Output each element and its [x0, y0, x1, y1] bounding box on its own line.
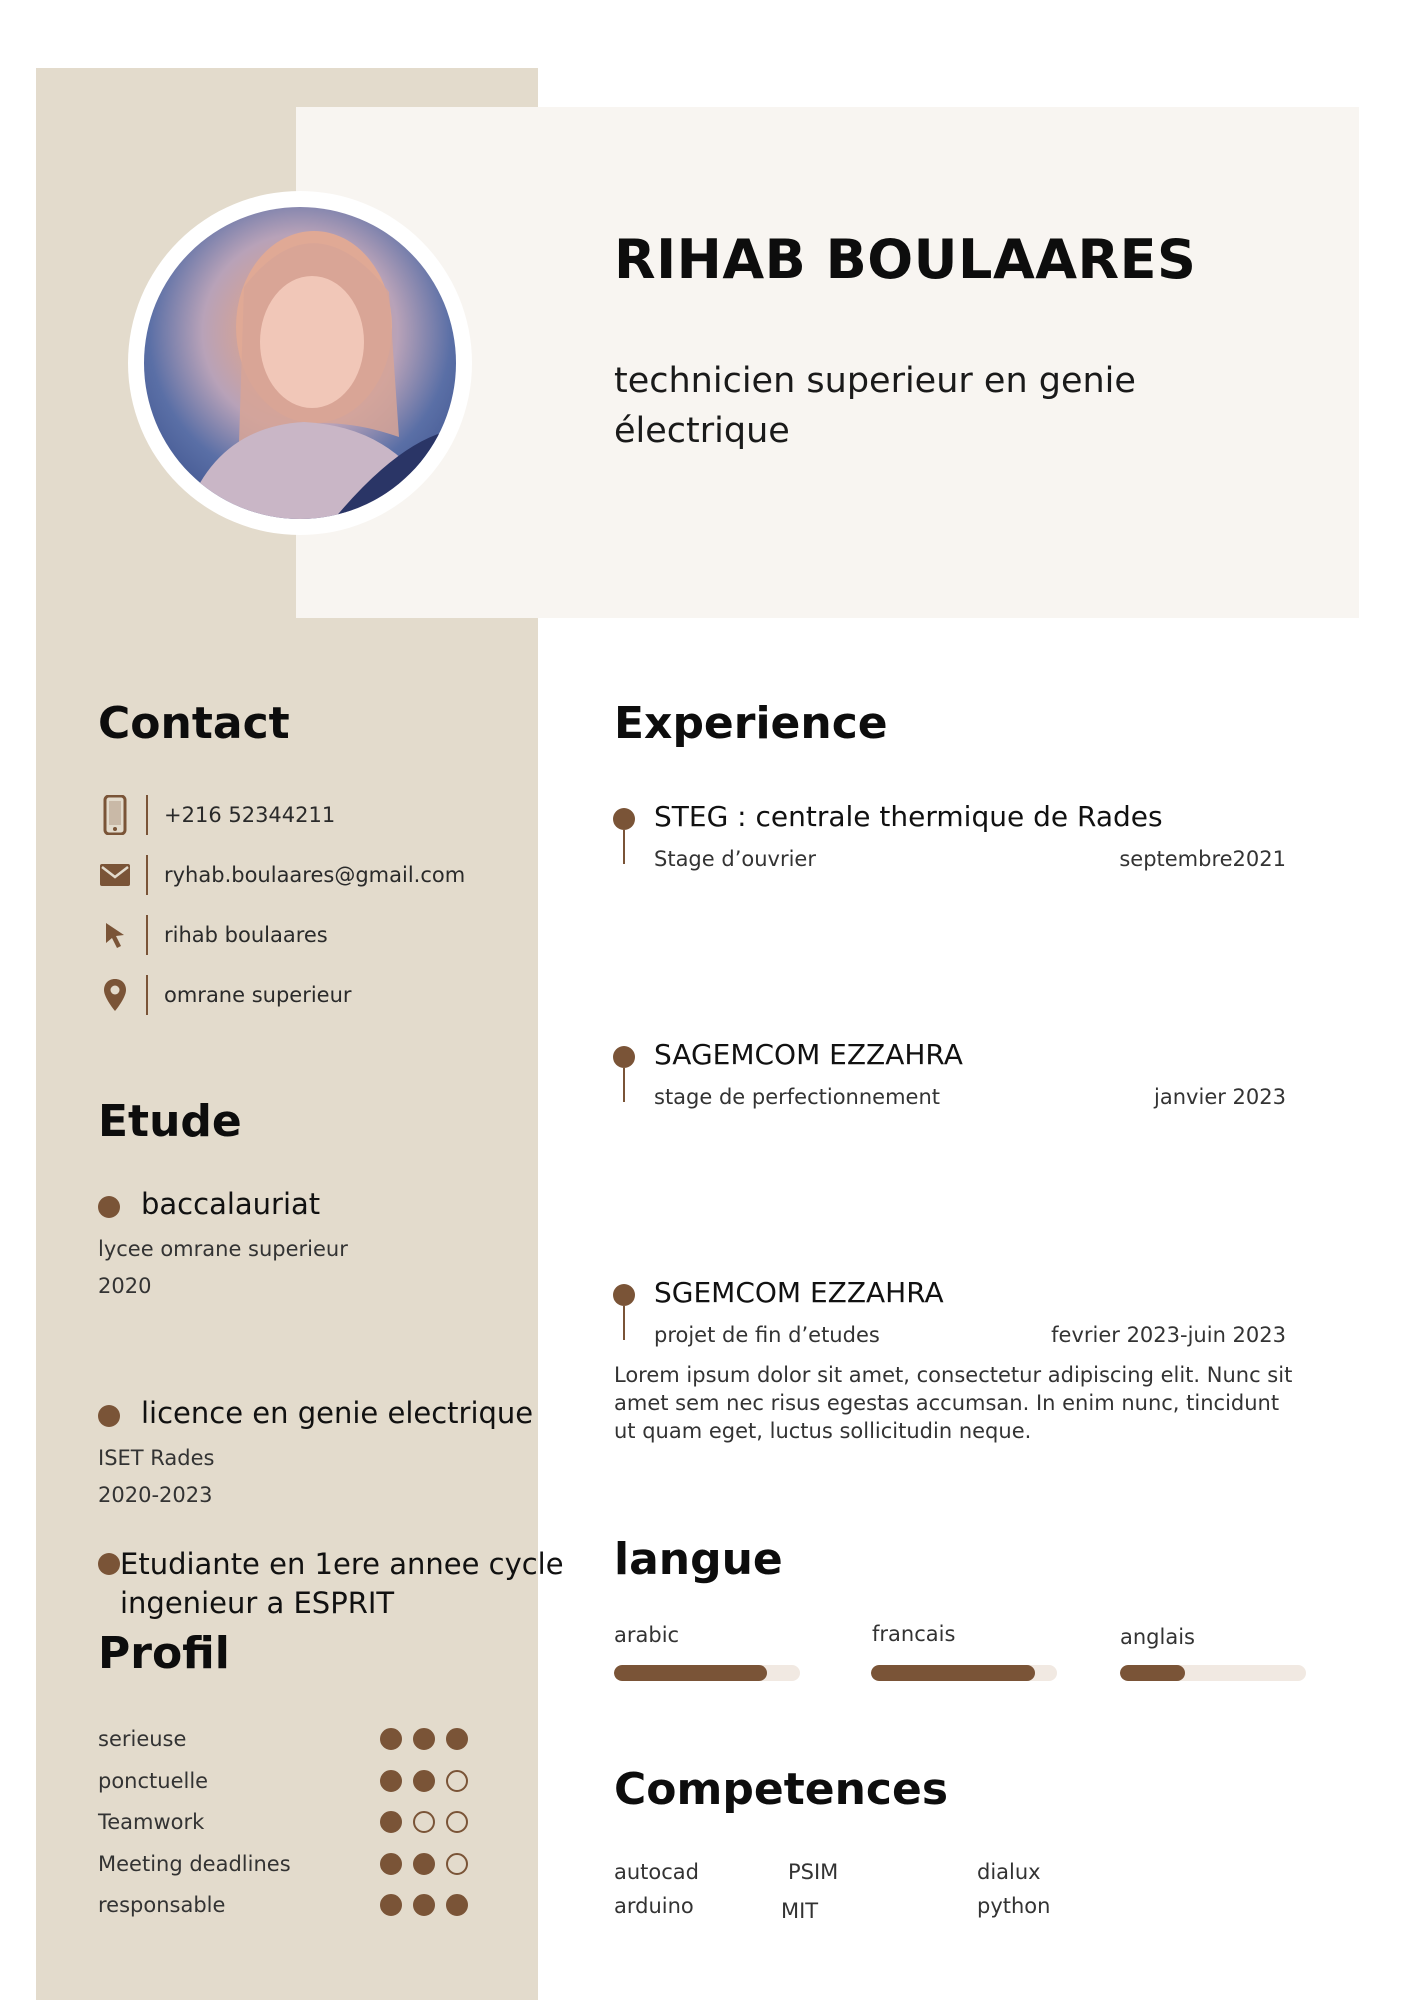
- profile-label: responsable: [98, 1893, 226, 1917]
- contact-divider: [146, 795, 148, 835]
- rating-dots: [380, 1769, 468, 1792]
- language-bar-fill: [871, 1665, 1035, 1681]
- rating-dot-filled-icon: [413, 1852, 435, 1875]
- timeline-pin-icon: [613, 808, 635, 864]
- education-title: Etudiante en 1ere annee cycle: [120, 1547, 564, 1581]
- rating-dot-empty-icon: [446, 1852, 468, 1875]
- education-heading: Etude: [98, 1096, 242, 1147]
- profile-label: Teamwork: [98, 1810, 205, 1834]
- profile-row: serieuse: [98, 1724, 468, 1754]
- location-text: omrane superieur: [164, 983, 352, 1007]
- timeline-pin-icon: [613, 1046, 635, 1102]
- contact-heading: Contact: [98, 698, 290, 749]
- contact-phone: +216 52344211: [98, 795, 335, 835]
- education-school: lycee omrane superieur: [98, 1237, 348, 1261]
- rating-dots: [380, 1811, 468, 1833]
- language-bar: [1120, 1665, 1306, 1681]
- cursor-icon: [98, 915, 132, 955]
- rating-dot-empty-icon: [413, 1811, 435, 1833]
- education-title: licence en genie electrique: [141, 1396, 534, 1430]
- language-label: francais: [872, 1622, 956, 1646]
- contact-divider: [146, 975, 148, 1015]
- experience-date: fevrier 2023-juin 2023: [1051, 1323, 1286, 1347]
- language-label: anglais: [1120, 1625, 1195, 1649]
- language-label: arabic: [614, 1623, 680, 1647]
- experience-company: STEG : centrale thermique de Rades: [654, 800, 1163, 833]
- phone-number[interactable]: +216 52344211: [164, 803, 335, 827]
- phone-icon: [98, 795, 132, 835]
- experience-description: Lorem ipsum dolor sit amet, consectetur …: [614, 1363, 1293, 1443]
- contact-divider: [146, 915, 148, 955]
- skill-item: python: [977, 1894, 1051, 1918]
- bullet-icon: [98, 1196, 120, 1218]
- contact-email: ryhab.boulaares@gmail.com: [98, 855, 465, 895]
- web-profile[interactable]: rihab boulaares: [164, 923, 328, 947]
- bullet-icon: [98, 1553, 120, 1575]
- rating-dots: [380, 1728, 468, 1750]
- experience-date: janvier 2023: [1154, 1085, 1286, 1109]
- profile-row: Teamwork: [98, 1807, 468, 1837]
- profile-row: ponctuelle: [98, 1766, 468, 1796]
- contact-divider: [146, 855, 148, 895]
- rating-dot-filled-icon: [413, 1728, 435, 1750]
- profile-row: Meeting deadlines: [98, 1849, 468, 1879]
- skill-item: dialux: [977, 1860, 1041, 1884]
- rating-dots: [380, 1852, 468, 1875]
- candidate-name: RIHAB BOULAARES: [614, 228, 1197, 291]
- skill-item: autocad: [614, 1860, 700, 1884]
- skills-heading: Competences: [614, 1764, 949, 1815]
- bullet-icon: [98, 1405, 120, 1427]
- languages-heading: langue: [614, 1534, 783, 1585]
- language-bar: [871, 1665, 1057, 1681]
- language-bar: [614, 1665, 800, 1681]
- contact-location: omrane superieur: [98, 975, 352, 1015]
- avatar: [144, 207, 456, 519]
- mail-icon: [98, 855, 132, 895]
- timeline-pin-icon: [613, 1284, 635, 1340]
- avatar-portrait-icon: [184, 231, 456, 519]
- education-title-cont: ingenieur a ESPRIT: [120, 1586, 395, 1620]
- profile-label: Meeting deadlines: [98, 1851, 291, 1876]
- email-address[interactable]: ryhab.boulaares@gmail.com: [164, 863, 465, 887]
- job-title: technicien superieur en genie électrique: [614, 361, 1136, 451]
- profile-label: ponctuelle: [98, 1768, 209, 1793]
- rating-dot-filled-icon: [413, 1894, 435, 1916]
- rating-dot-filled-icon: [380, 1852, 402, 1875]
- skill-item: arduino: [614, 1894, 694, 1918]
- education-title: baccalauriat: [141, 1187, 321, 1221]
- rating-dot-filled-icon: [380, 1811, 402, 1833]
- experience-role: projet de fin d’etudes: [654, 1323, 880, 1347]
- language-bar-fill: [1120, 1665, 1186, 1681]
- contact-web: rihab boulaares: [98, 915, 328, 955]
- experience-company: SGEMCOM EZZAHRA: [654, 1276, 944, 1309]
- profile-heading: Profil: [98, 1628, 230, 1679]
- rating-dot-filled-icon: [380, 1769, 402, 1792]
- rating-dot-filled-icon: [380, 1894, 402, 1916]
- experience-role: Stage d’ouvrier: [654, 847, 816, 871]
- profile-label: serieuse: [98, 1727, 187, 1751]
- education-school: ISET Rades: [98, 1446, 215, 1470]
- language-bar-fill: [614, 1665, 767, 1681]
- rating-dot-empty-icon: [446, 1811, 468, 1833]
- rating-dot-filled-icon: [446, 1894, 468, 1916]
- skill-item: PSIM: [788, 1860, 839, 1884]
- experience-heading: Experience: [614, 698, 888, 749]
- experience-date: septembre2021: [1119, 847, 1286, 871]
- rating-dot-filled-icon: [380, 1728, 402, 1750]
- rating-dot-empty-icon: [446, 1769, 468, 1792]
- education-years: 2020-2023: [98, 1483, 213, 1507]
- rating-dot-filled-icon: [446, 1728, 468, 1750]
- rating-dots: [380, 1894, 468, 1916]
- rating-dot-filled-icon: [413, 1769, 435, 1792]
- experience-company: SAGEMCOM EZZAHRA: [654, 1038, 963, 1071]
- skill-item: MIT: [781, 1899, 819, 1923]
- experience-role: stage de perfectionnement: [654, 1085, 941, 1109]
- education-years: 2020: [98, 1274, 152, 1298]
- location-pin-icon: [98, 975, 132, 1015]
- profile-row: responsable: [98, 1890, 468, 1920]
